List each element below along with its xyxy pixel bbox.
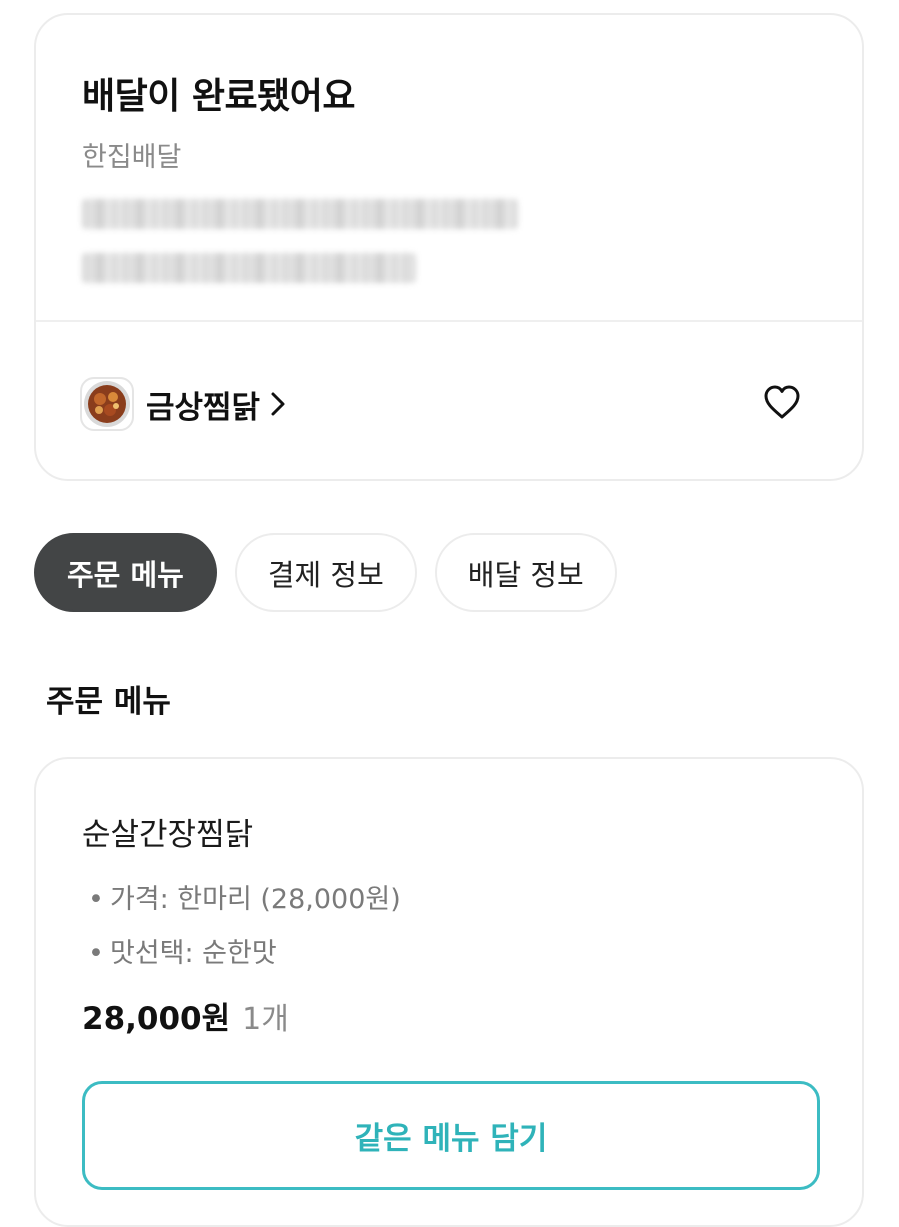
- store-name[interactable]: 금상찜닭: [146, 382, 260, 427]
- menu-item-quantity: 1개: [242, 1002, 289, 1037]
- bullet-icon: •: [88, 938, 104, 969]
- redacted-order-number: [82, 253, 416, 283]
- store-logo: [80, 377, 134, 431]
- redacted-order-time: [82, 199, 518, 229]
- menu-option-price: • 가격: 한마리 (28,000원): [88, 884, 401, 915]
- tab-payment-info[interactable]: 결제 정보: [234, 533, 417, 612]
- delivery-status-title: 배달이 완료됐어요: [82, 76, 356, 117]
- tab-delivery-info[interactable]: 배달 정보: [434, 533, 617, 612]
- order-menu-heading: 주문 메뉴: [46, 684, 171, 720]
- order-detail-tabs: 주문 메뉴 결제 정보 배달 정보: [34, 533, 617, 612]
- store-link[interactable]: 금상찜닭: [80, 377, 292, 431]
- card-divider: [36, 320, 862, 322]
- chevron-right-icon: [270, 389, 292, 419]
- delivery-type-label: 한집배달: [82, 142, 182, 173]
- tab-order-menu[interactable]: 주문 메뉴: [34, 533, 217, 612]
- add-same-menu-button[interactable]: 같은 메뉴 담기: [82, 1081, 820, 1190]
- delivery-status-card: 배달이 완료됐어요 한집배달 금상찜닭: [34, 13, 864, 481]
- menu-price-row: 28,000원 1개: [82, 993, 289, 1038]
- favorite-heart-icon[interactable]: [762, 383, 802, 423]
- menu-option-spice: • 맛선택: 순한맛: [88, 938, 277, 969]
- bullet-icon: •: [88, 884, 104, 915]
- menu-item-card: 순살간장찜닭 • 가격: 한마리 (28,000원) • 맛선택: 순한맛 28,0…: [34, 757, 864, 1227]
- menu-item-price: 28,000원: [82, 1001, 231, 1037]
- menu-item-name: 순살간장찜닭: [82, 817, 254, 853]
